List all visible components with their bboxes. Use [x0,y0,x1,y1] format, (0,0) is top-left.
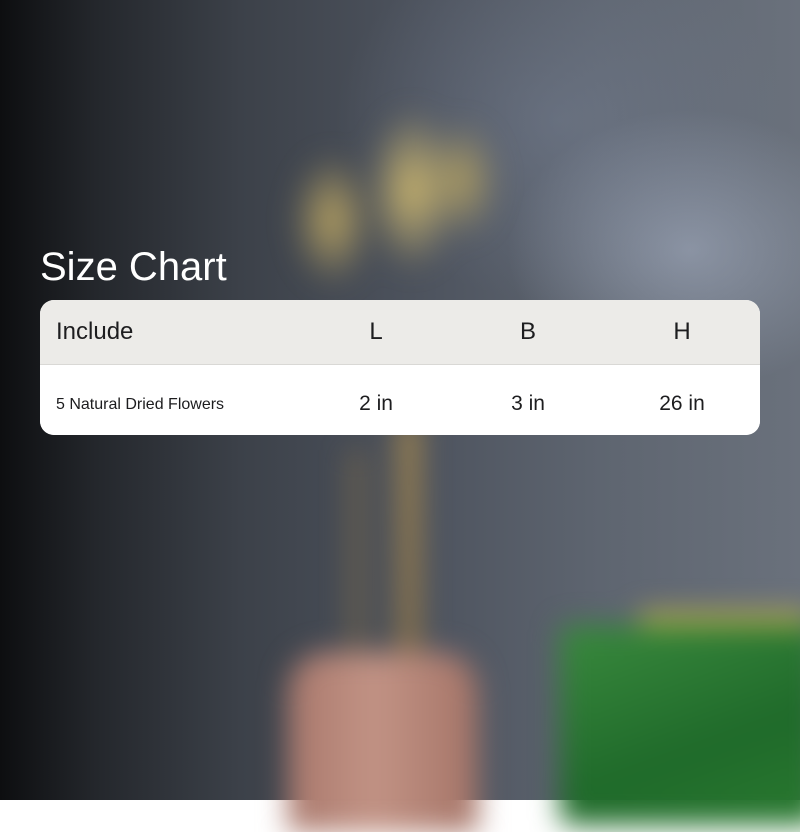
flower-stem [350,450,364,650]
flower-stem [398,420,420,680]
header-height: H [673,318,691,345]
cell-include: 5 Natural Dried Flowers [56,396,225,413]
table-header-row: Include L B H [40,300,760,365]
book [560,625,800,825]
vase [288,652,478,832]
header-breadth: B [519,318,536,345]
header-length: L [369,318,383,345]
page-title: Size Chart [40,245,227,289]
size-chart-table: Include L B H 5 Natural Dried Flowers 2 … [40,300,760,435]
table-row: 5 Natural Dried Flowers 2 in 3 in 26 in [40,365,760,435]
cell-height: 26 in [659,392,705,415]
cell-breadth: 3 in [511,392,545,415]
dried-flower-head [262,70,502,310]
cell-length: 2 in [359,392,393,415]
header-include: Include [56,318,134,345]
